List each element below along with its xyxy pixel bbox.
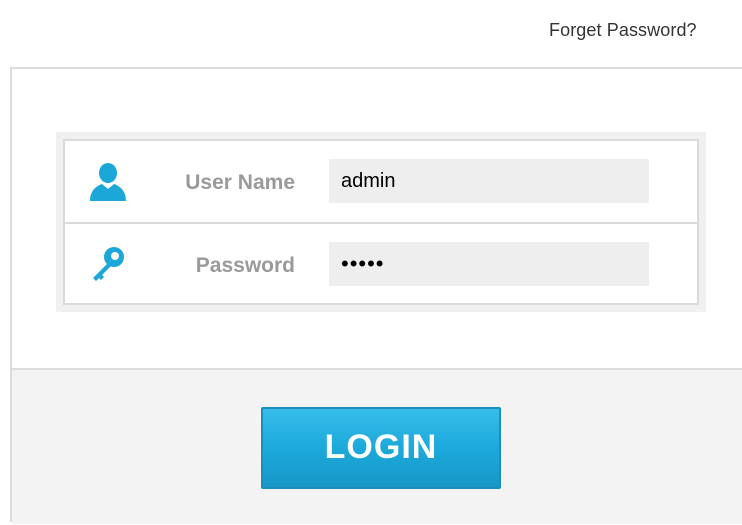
user-icon bbox=[87, 161, 129, 203]
credentials-frame: User Name Password bbox=[56, 132, 706, 312]
username-label: User Name bbox=[185, 171, 295, 194]
credentials-box: User Name Password bbox=[63, 139, 699, 305]
login-footer: LOGIN bbox=[12, 368, 742, 524]
key-icon bbox=[87, 244, 129, 286]
username-row: User Name bbox=[65, 141, 697, 224]
login-panel: User Name Password LOG bbox=[10, 67, 742, 524]
password-input[interactable] bbox=[329, 242, 649, 286]
password-row: Password bbox=[65, 224, 697, 305]
username-input[interactable] bbox=[329, 159, 649, 203]
password-label: Password bbox=[195, 254, 295, 277]
login-page: Forget Password? User Name admin Passwor… bbox=[0, 0, 742, 525]
login-button[interactable]: LOGIN bbox=[261, 407, 501, 489]
forget-password-link[interactable]: Forget Password? bbox=[549, 20, 697, 41]
